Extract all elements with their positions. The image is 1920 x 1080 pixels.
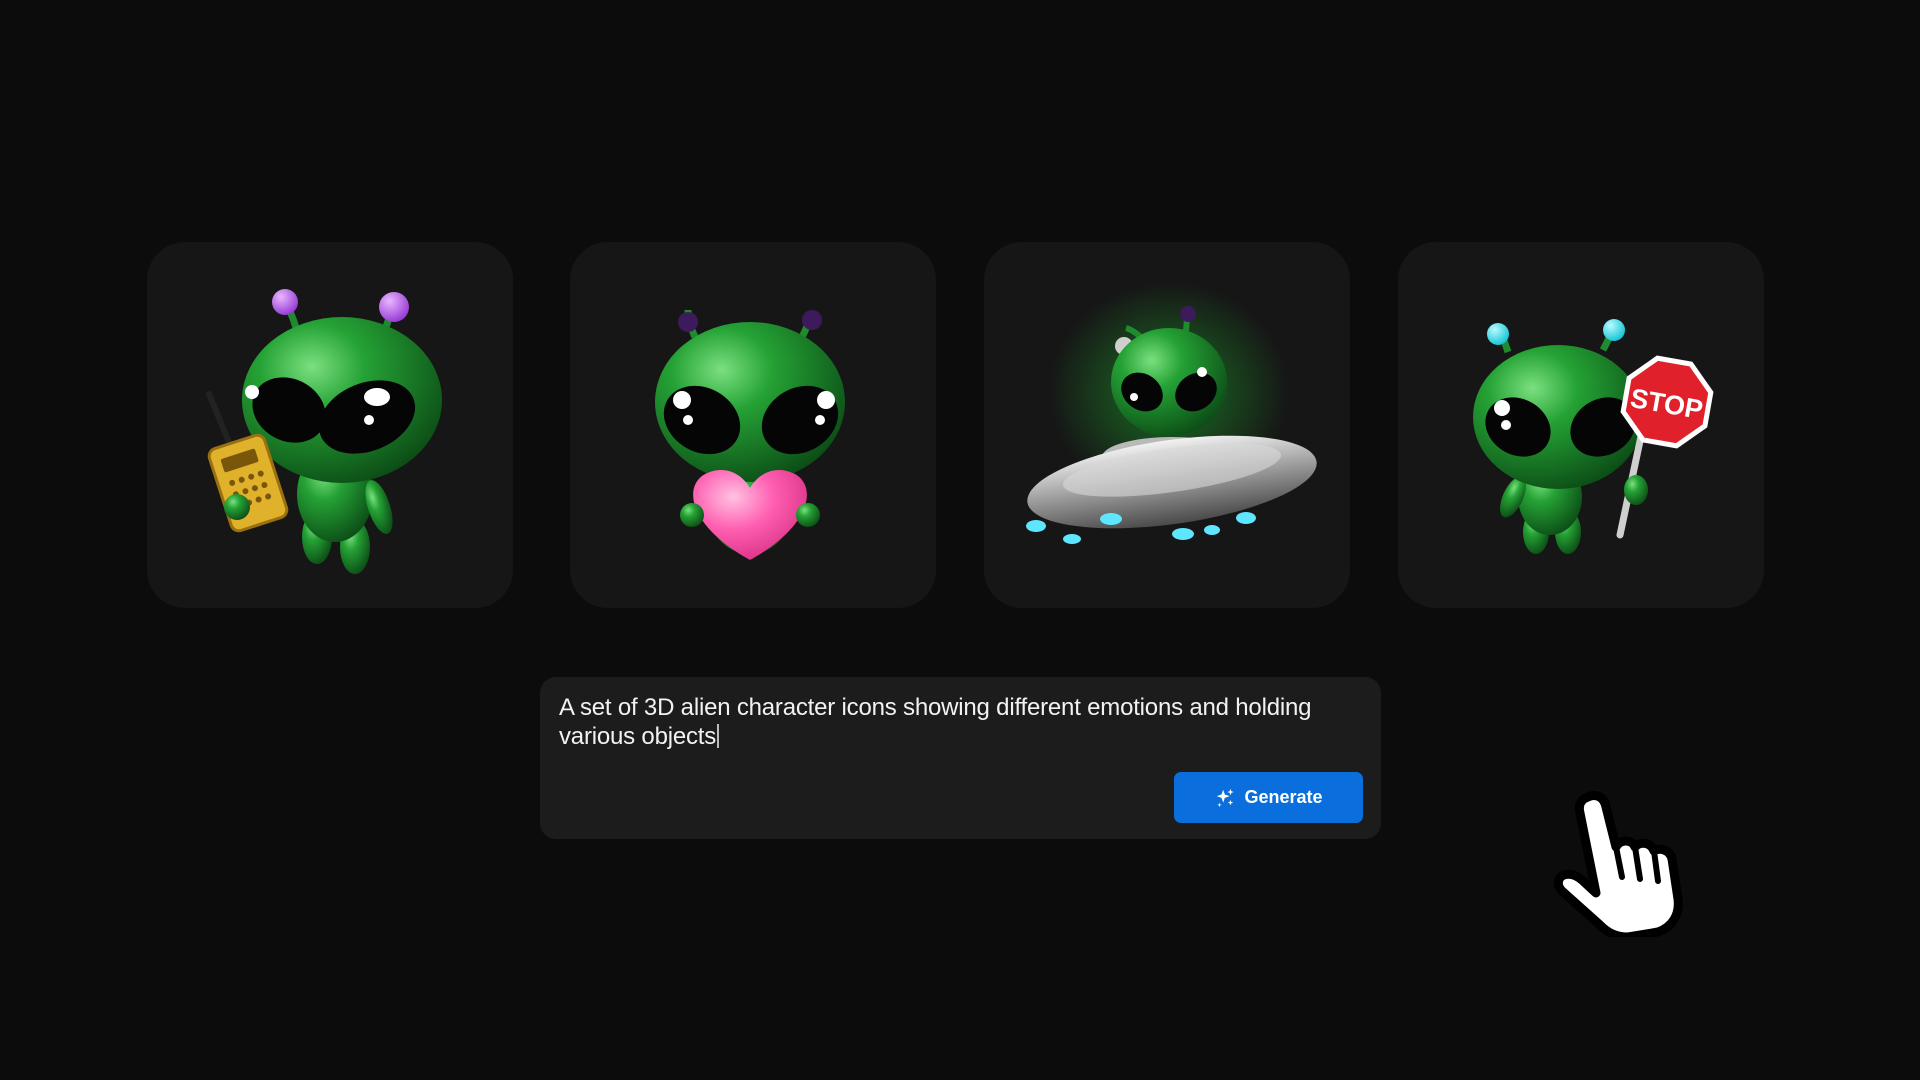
text-caret [717,724,719,748]
alien-walkie-talkie-icon [206,289,442,574]
pointing-hand-cursor-icon [1553,790,1683,937]
alien-ufo-card[interactable] [984,242,1350,608]
prompt-text: A set of 3D alien character icons showin… [559,694,1312,750]
sparkles-icon [1217,788,1235,807]
alien-stop-sign-card[interactable]: STOP [1398,242,1764,608]
alien-heart-icon [655,309,845,560]
prompt-input-box[interactable]: A set of 3D alien character icons showin… [540,677,1381,839]
prompt-textarea[interactable]: A set of 3D alien character icons showin… [559,693,1359,751]
alien-heart-card[interactable] [570,242,936,608]
generate-button-label: Generate [1244,787,1323,807]
generate-button[interactable]: Generate [1174,772,1363,823]
alien-ufo-icon [1026,282,1317,544]
alien-walkie-talkie-card[interactable] [147,242,513,608]
alien-stop-sign-icon: STOP [1473,319,1714,554]
